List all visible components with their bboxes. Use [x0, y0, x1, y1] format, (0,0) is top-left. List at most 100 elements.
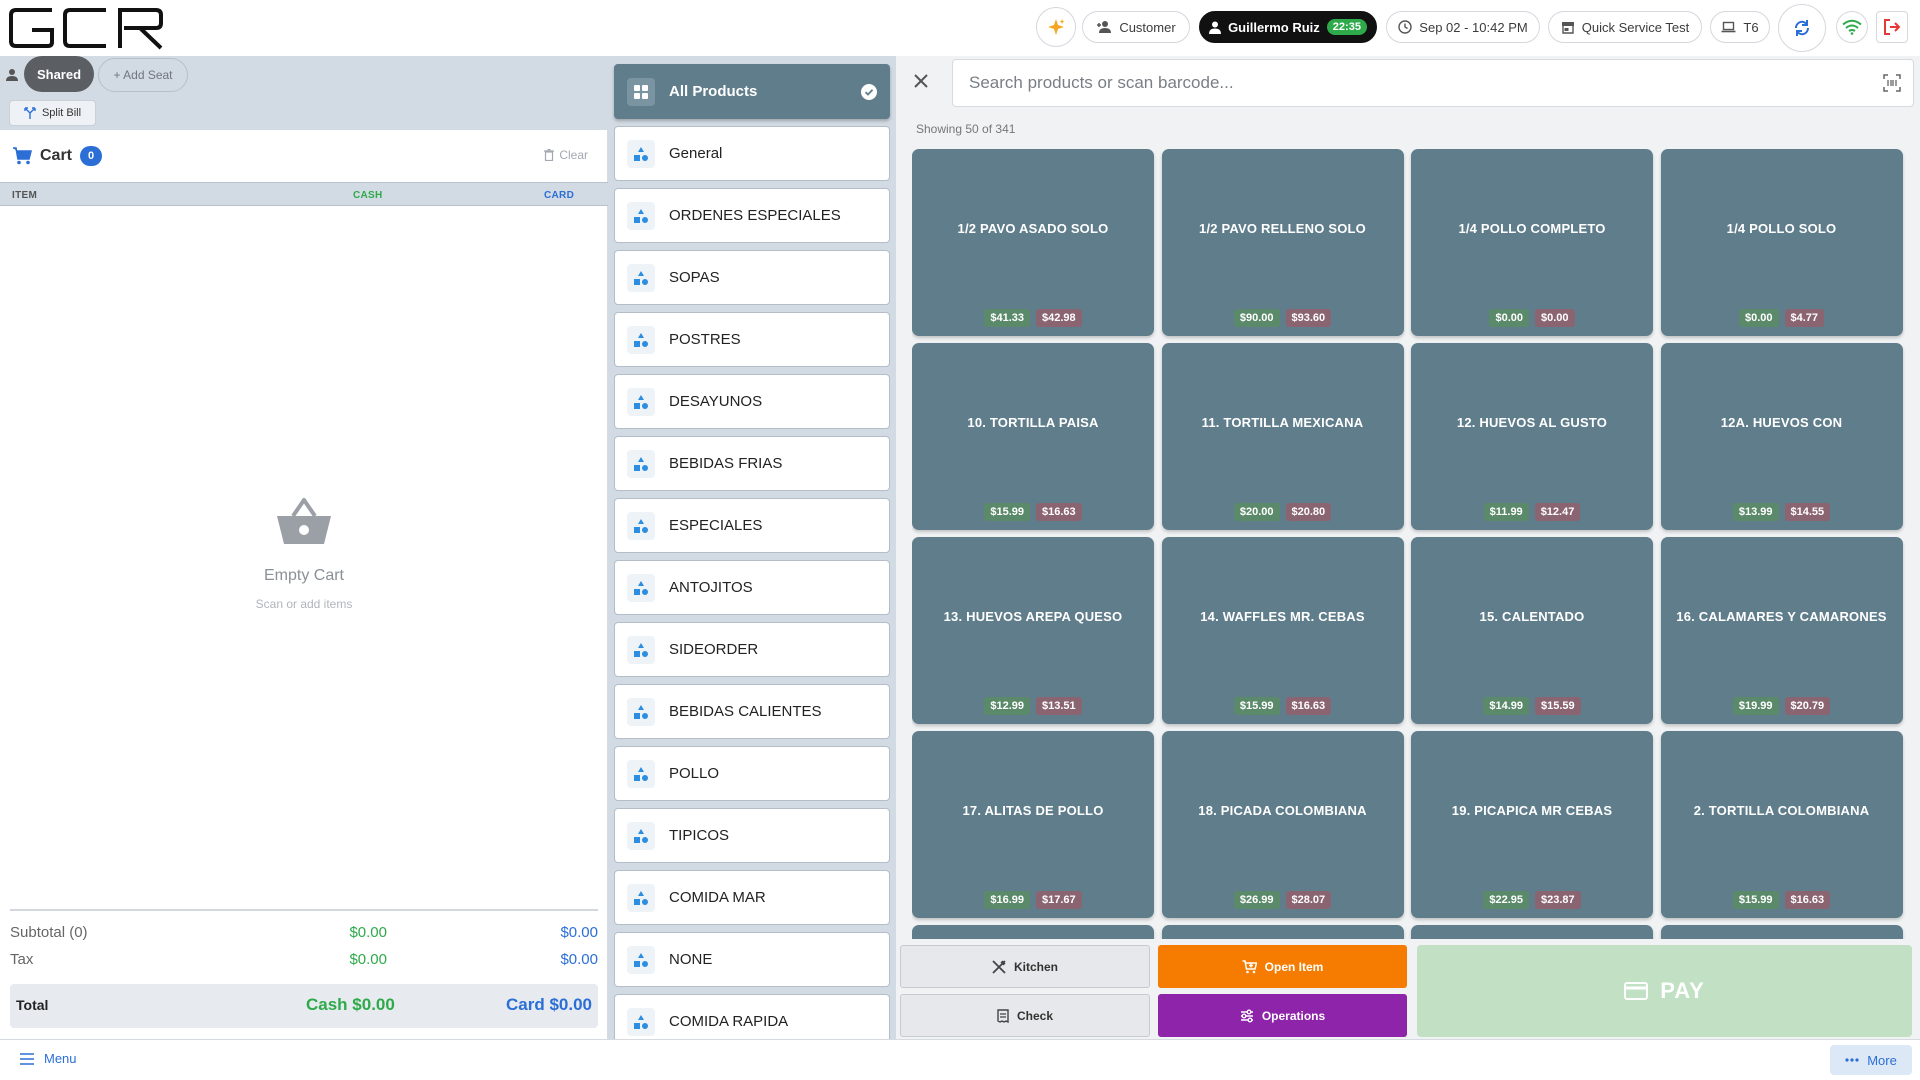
category-label: ESPECIALES — [669, 517, 763, 534]
open-item-button[interactable]: Open Item — [1158, 945, 1407, 988]
product-tile[interactable]: 19. PICAPICA MR CEBAS $22.95 $23.87 — [1411, 731, 1653, 918]
clear-label: Clear — [559, 148, 588, 162]
product-tile[interactable]: 17. ALITAS DE POLLO $16.99 $17.67 — [912, 731, 1154, 918]
barcode-scan-icon[interactable] — [1883, 74, 1901, 92]
category-item[interactable]: POLLO — [614, 746, 890, 801]
store-name: Quick Service Test — [1581, 19, 1690, 35]
category-item[interactable]: COMIDA MAR — [614, 870, 890, 925]
sliders-icon — [1240, 1009, 1253, 1022]
store-button[interactable]: Quick Service Test — [1548, 11, 1702, 43]
clear-cart-button[interactable]: Clear — [544, 148, 588, 162]
search-placeholder: Search products or scan barcode... — [969, 73, 1234, 92]
more-button[interactable]: More — [1830, 1045, 1912, 1075]
category-label: SOPAS — [669, 269, 720, 286]
total-cash: Cash $0.00 — [306, 995, 395, 1014]
category-item[interactable]: ORDENES ESPECIALES — [614, 188, 890, 243]
category-label: BEBIDAS FRIAS — [669, 455, 783, 472]
customer-button[interactable]: Customer — [1082, 11, 1190, 43]
category-label: TIPICOS — [669, 827, 730, 844]
category-item[interactable]: COMIDA RAPIDA — [614, 994, 890, 1039]
category-item[interactable]: BEBIDAS FRIAS — [614, 436, 890, 491]
product-cash-price: $41.33 — [984, 309, 1030, 327]
product-card-price: $16.63 — [1285, 697, 1332, 715]
empty-cart-subtitle: Scan or add items — [255, 597, 353, 611]
category-item[interactable]: SOPAS — [614, 250, 890, 305]
product-tile[interactable]: 12. HUEVOS AL GUSTO $11.99 $12.47 — [1411, 343, 1653, 530]
cash-column-header: CASH — [353, 190, 383, 201]
split-bill-button[interactable]: Split Bill — [9, 100, 96, 126]
category-label: COMIDA MAR — [669, 889, 766, 906]
product-tile[interactable]: 1/4 POLLO COMPLETO $0.00 $0.00 — [1411, 149, 1653, 336]
tax-cash: $0.00 — [349, 951, 387, 968]
logout-button[interactable] — [1876, 11, 1908, 43]
product-name: 10. TORTILLA PAISA — [967, 415, 1099, 430]
category-label: ORDENES ESPECIALES — [669, 207, 841, 224]
table-button[interactable]: T6 — [1710, 11, 1770, 43]
total-card: Card $0.00 — [506, 995, 592, 1014]
category-shapes-icon — [627, 697, 655, 726]
product-tile[interactable]: 14. WAFFLES MR. CEBAS $15.99 $16.63 — [1161, 537, 1404, 724]
user-button[interactable]: Guillermo Ruiz 22:35 — [1199, 11, 1377, 43]
check-label: Check — [1016, 1008, 1054, 1023]
category-label: POLLO — [669, 765, 720, 782]
product-card-price: $16.63 — [1784, 891, 1831, 909]
product-tile[interactable]: 1/2 PAVO ASADO SOLO $41.33 $42.98 — [912, 149, 1154, 336]
category-item[interactable]: BEBIDAS CALIENTES — [614, 684, 890, 739]
category-shapes-icon — [627, 821, 655, 850]
datetime-label: Sep 02 - 10:42 PM — [1419, 19, 1528, 35]
product-tile[interactable]: 1/2 PAVO RELLENO SOLO $90.00 $93.60 — [1161, 149, 1404, 336]
product-cash-price: $13.99 — [1732, 503, 1779, 521]
category-item[interactable]: DESAYUNOS — [614, 374, 890, 429]
shared-seat-button[interactable]: Shared — [24, 56, 94, 92]
basket-icon — [277, 498, 331, 544]
seat-person-icon — [6, 69, 18, 81]
datetime-button[interactable]: Sep 02 - 10:42 PM — [1386, 11, 1540, 43]
total-label: Total — [16, 997, 49, 1013]
product-tile[interactable]: 15. CALENTADO $14.99 $15.59 — [1411, 537, 1653, 724]
product-prices: $0.00 $0.00 — [1411, 309, 1653, 327]
product-tile[interactable]: 16. CALAMARES Y CAMARONES $19.99 $20.79 — [1660, 537, 1903, 724]
category-item[interactable]: POSTRES — [614, 312, 890, 367]
category-item[interactable]: ESPECIALES — [614, 498, 890, 553]
category-item[interactable]: General — [614, 126, 890, 181]
operations-button[interactable]: Operations — [1158, 994, 1407, 1037]
sync-button[interactable] — [1778, 4, 1826, 52]
credit-card-icon — [1624, 982, 1649, 1000]
menu-button[interactable]: Menu — [20, 1051, 77, 1066]
pay-button[interactable]: PAY — [1417, 945, 1912, 1037]
check-button[interactable]: Check — [900, 994, 1150, 1037]
totals-divider — [10, 909, 598, 911]
category-item[interactable]: TIPICOS — [614, 808, 890, 863]
product-tile[interactable]: 1/4 POLLO SOLO $0.00 $4.77 — [1660, 149, 1903, 336]
close-icon[interactable] — [912, 72, 930, 90]
category-shapes-icon — [627, 263, 655, 292]
product-card-price: $42.98 — [1036, 309, 1082, 327]
category-label: NONE — [669, 951, 713, 968]
product-tile[interactable]: 10. TORTILLA PAISA $15.99 $16.63 — [912, 343, 1154, 530]
add-seat-button[interactable]: + Add Seat — [98, 58, 188, 92]
cart-plus-icon — [1242, 959, 1257, 973]
product-tile[interactable]: 2. TORTILLA COLOMBIANA $15.99 $16.63 — [1660, 731, 1903, 918]
product-prices: $15.99 $16.63 — [1661, 891, 1903, 909]
wifi-button[interactable] — [1836, 11, 1868, 43]
product-card-price: $14.55 — [1784, 503, 1831, 521]
ai-assistant-button[interactable] — [1036, 7, 1076, 47]
product-cash-price: $11.99 — [1483, 503, 1529, 521]
card-column-header: CARD — [544, 190, 575, 201]
product-cash-price: $0.00 — [1489, 309, 1529, 327]
kitchen-label: Kitchen — [1013, 959, 1058, 974]
search-input[interactable]: Search products or scan barcode... — [952, 59, 1914, 107]
subtotal-label: Subtotal (0) — [10, 924, 88, 941]
product-tile[interactable]: 12A. HUEVOS CON $13.99 $14.55 — [1660, 343, 1903, 530]
kitchen-button[interactable]: Kitchen — [900, 945, 1150, 988]
category-shapes-icon — [627, 759, 655, 788]
category-item[interactable]: ANTOJITOS — [614, 560, 890, 615]
product-prices: $20.00 $20.80 — [1162, 503, 1404, 521]
category-all-products[interactable]: All Products — [614, 64, 890, 119]
category-item[interactable]: NONE — [614, 932, 890, 987]
product-tile[interactable]: 11. TORTILLA MEXICANA $20.00 $20.80 — [1161, 343, 1404, 530]
product-tile[interactable]: 18. PICADA COLOMBIANA $26.99 $28.07 — [1161, 731, 1404, 918]
split-bill-label: Split Bill — [41, 107, 82, 119]
product-tile[interactable]: 13. HUEVOS AREPA QUESO $12.99 $13.51 — [912, 537, 1154, 724]
category-item[interactable]: SIDEORDER — [614, 622, 890, 677]
